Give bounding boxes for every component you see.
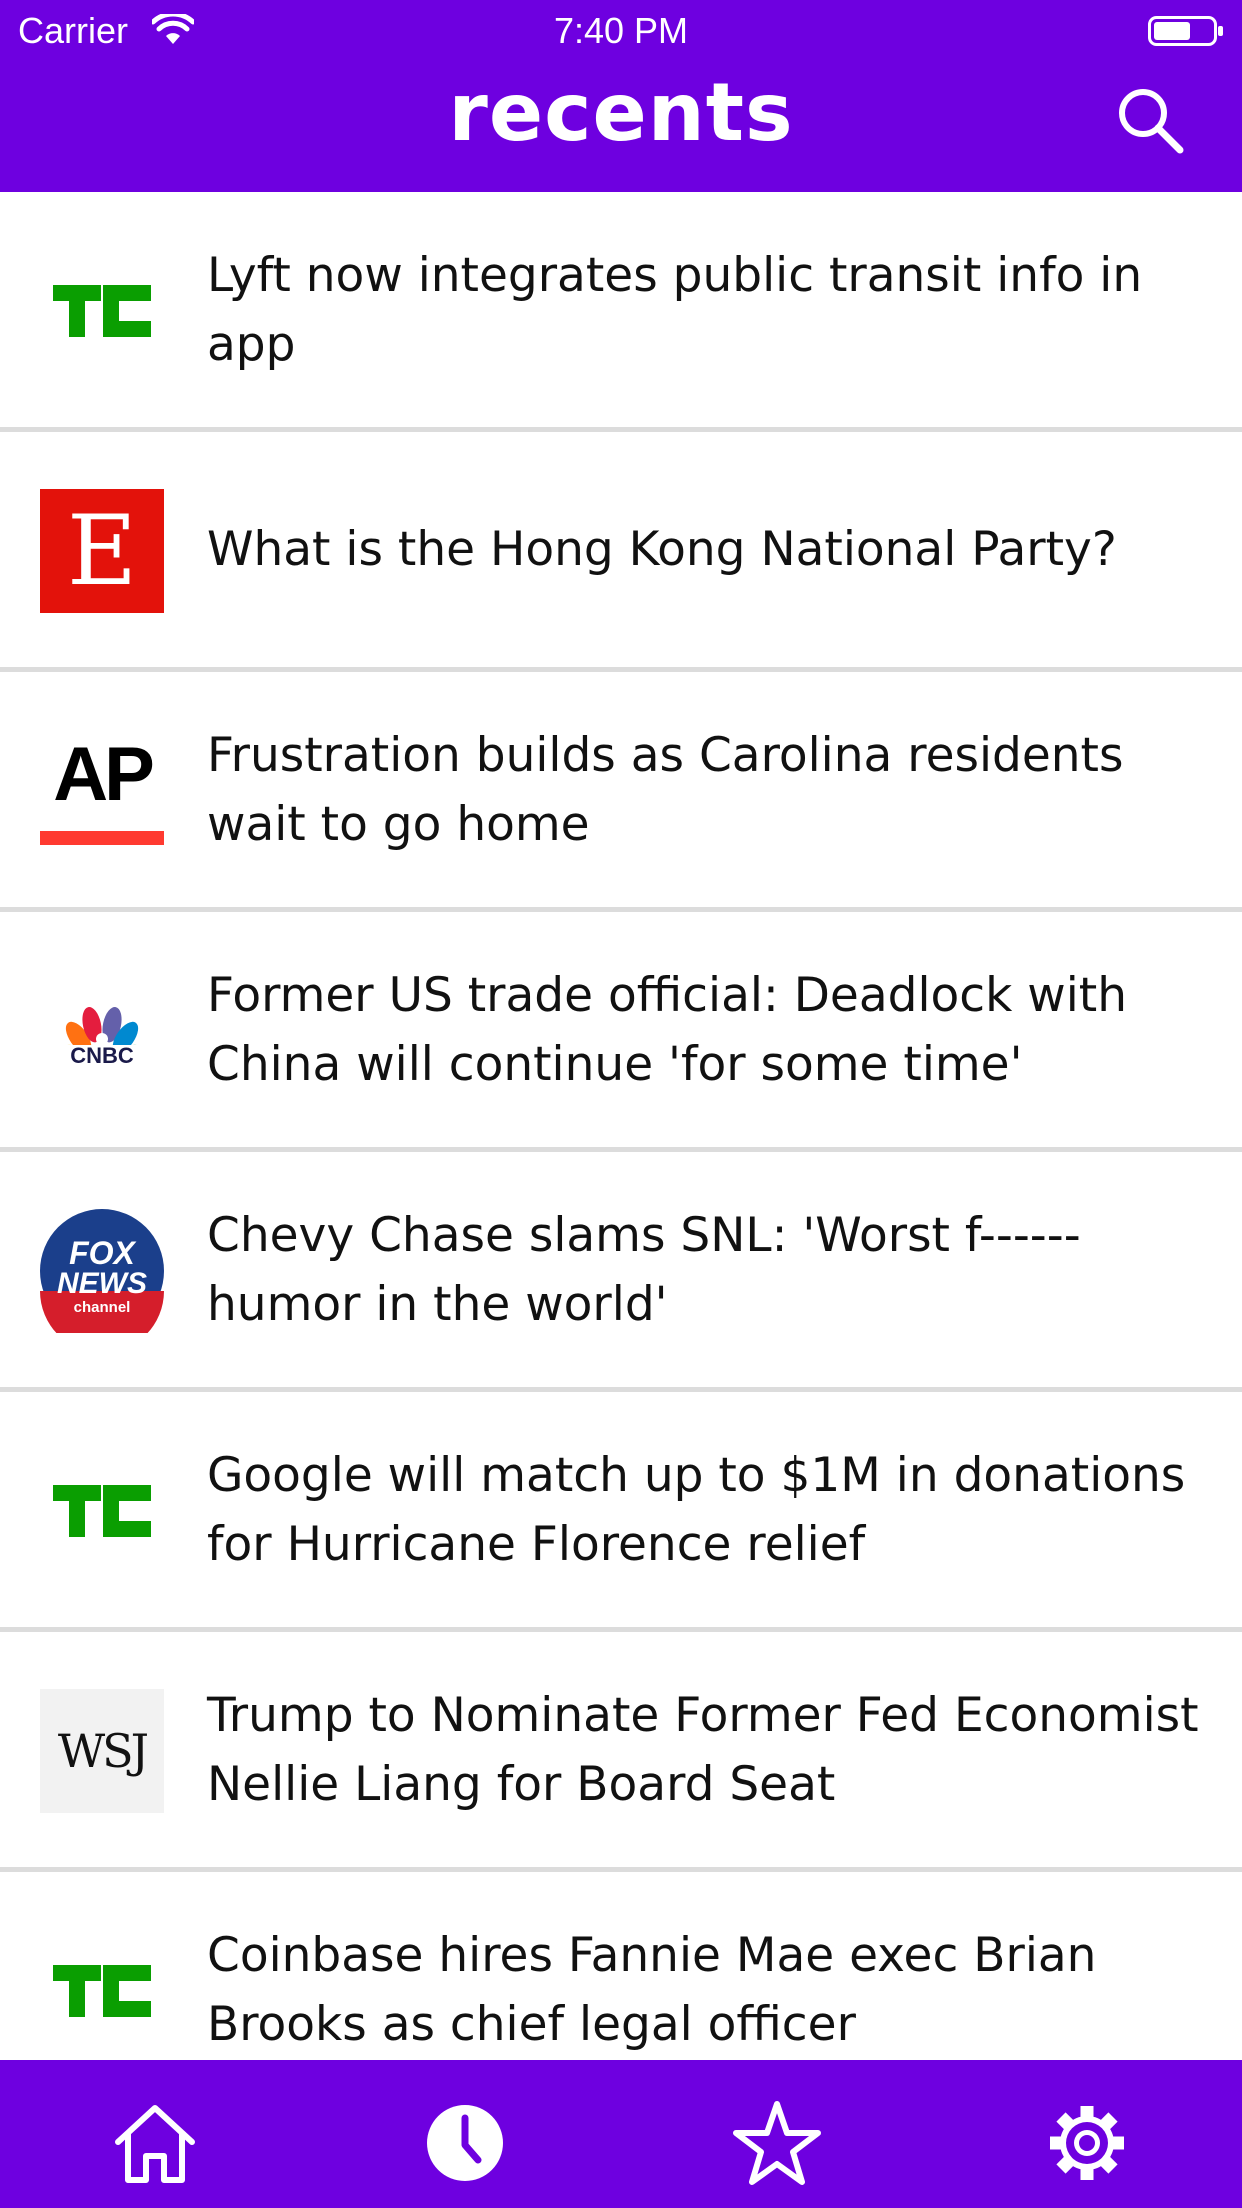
economist-logo: E (40, 489, 164, 613)
gear-icon[interactable] (1042, 2098, 1132, 2188)
cnbc-logo: CNBC (40, 969, 164, 1093)
list-item[interactable]: FOX NEWS channel Chevy Chase slams SNL: … (0, 1152, 1242, 1392)
list-item[interactable]: CNBC Former US trade official: Deadlock … (0, 912, 1242, 1152)
battery-icon (1148, 16, 1223, 46)
logo-text: WSJ (57, 1724, 149, 1778)
nav-header: Carrier 7:40 PM recents (0, 0, 1242, 192)
techcrunch-logo (40, 1449, 164, 1573)
recents-list: Lyft now integrates public transit info … (0, 192, 1242, 2060)
ap-underline (40, 831, 164, 845)
article-headline: What is the Hong Kong National Party? (207, 522, 1117, 577)
svg-text:NEWS: NEWS (57, 1267, 147, 1300)
article-headline: Chevy Chase slams SNL: 'Worst f------ hu… (207, 1207, 1081, 1332)
clock-icon[interactable] (420, 2098, 510, 2188)
list-item[interactable]: Coinbase hires Fannie Mae exec Brian Bro… (0, 1872, 1242, 2060)
fox-news-logo: FOX NEWS channel (40, 1209, 164, 1333)
svg-text:channel: channel (74, 1299, 131, 1316)
article-headline: Coinbase hires Fannie Mae exec Brian Bro… (207, 1927, 1097, 2052)
home-icon[interactable] (110, 2098, 200, 2188)
tab-bar (0, 2060, 1242, 2208)
logo-text: AP (53, 732, 155, 817)
article-headline: Lyft now integrates public transit info … (207, 247, 1143, 372)
status-time: 7:40 PM (553, 10, 689, 51)
status-bar: Carrier 7:40 PM (0, 0, 1242, 60)
logo-text: CNBC (70, 1043, 134, 1068)
wsj-logo: WSJ (40, 1689, 164, 1813)
star-icon[interactable] (732, 2098, 822, 2188)
article-headline: Frustration builds as Carolina residents… (207, 727, 1124, 852)
page-title: recents (448, 66, 794, 159)
techcrunch-logo (40, 249, 164, 373)
list-item[interactable]: Lyft now integrates public transit info … (0, 192, 1242, 432)
search-icon[interactable] (1116, 86, 1186, 156)
list-item[interactable]: WSJ Trump to Nominate Former Fed Economi… (0, 1632, 1242, 1872)
techcrunch-logo (40, 1929, 164, 2053)
logo-letter: E (66, 495, 138, 607)
article-headline: Google will match up to $1M in donations… (207, 1447, 1186, 1572)
list-item[interactable]: E What is the Hong Kong National Party? (0, 432, 1242, 672)
article-headline: Former US trade official: Deadlock with … (207, 967, 1127, 1092)
ap-logo: AP (40, 729, 164, 853)
svg-text:FOX: FOX (69, 1235, 136, 1271)
article-headline: Trump to Nominate Former Fed Economist N… (207, 1687, 1199, 1812)
list-item[interactable]: Google will match up to $1M in donations… (0, 1392, 1242, 1632)
list-item[interactable]: AP Frustration builds as Carolina reside… (0, 672, 1242, 912)
